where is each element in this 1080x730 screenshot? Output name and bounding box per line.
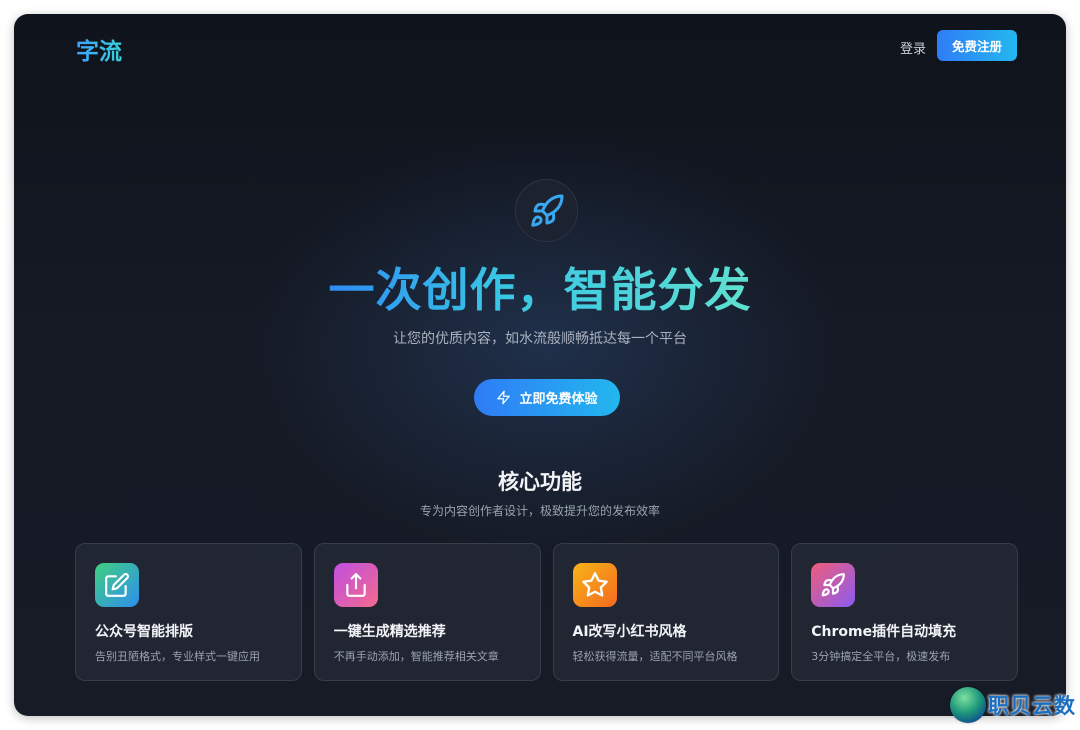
rocket-icon [530,193,563,227]
feature-icon-badge [572,563,617,607]
feature-card-layout[interactable]: 公众号智能排版 告别丑陋格式，专业样式一键应用 [75,543,302,681]
brand-logo[interactable]: 字流 [76,32,122,66]
hero-title: 一次创作，智能分发 [328,263,752,317]
hero-subtitle: 让您的优质内容，如水流般顺畅抵达每一个平台 [393,331,687,347]
watermark: 职贝云数 [950,686,1076,724]
feature-title: 公众号智能排版 [95,624,193,640]
feature-icon-badge [333,563,378,607]
feature-card-chrome-plugin[interactable]: Chrome插件自动填充 3分钟搞定全平台，极速发布 [791,543,1018,681]
features-title: 核心功能 [498,470,582,494]
feature-desc: 轻松获得流量，适配不同平台风格 [572,650,738,663]
feature-title: Chrome插件自动填充 [811,624,957,640]
feature-cards: 公众号智能排版 告别丑陋格式，专业样式一键应用 一键生成精选推荐 不再手动添加，… [75,543,1018,681]
feature-desc: 3分钟搞定全平台，极速发布 [811,650,951,663]
share-icon [346,573,366,597]
feature-desc: 不再手动添加，智能推荐相关文章 [333,650,499,663]
star-icon [581,572,608,597]
watermark-text: 职贝云数 [988,694,1076,718]
login-link[interactable]: 登录 [900,38,926,57]
hero-rocket-badge [515,179,578,242]
rocket-icon [821,573,846,597]
feature-icon-badge [811,563,856,607]
feature-card-ai-rewrite[interactable]: AI改写小红书风格 轻松获得流量，适配不同平台风格 [552,543,780,681]
feature-desc: 告别丑陋格式，专业样式一键应用 [95,650,260,663]
feature-title: AI改写小红书风格 [572,624,687,640]
lightning-icon [497,390,511,405]
try-free-button[interactable]: 立即免费体验 [474,379,620,416]
register-button[interactable]: 免费注册 [937,30,1017,61]
feature-title: 一键生成精选推荐 [333,624,446,640]
try-free-label: 立即免费体验 [519,392,598,407]
app-window: 字流 登录 免费注册 一次创作，智能分发 让您的优质内容，如水流般顺畅抵达每一个… [14,14,1066,716]
globe-logo-icon [950,687,986,723]
edit-icon [105,573,129,597]
feature-card-recommend[interactable]: 一键生成精选推荐 不再手动添加，智能推荐相关文章 [313,543,541,681]
features-subtitle: 专为内容创作者设计，极致提升您的发布效率 [419,504,660,518]
feature-icon-badge [95,563,139,607]
